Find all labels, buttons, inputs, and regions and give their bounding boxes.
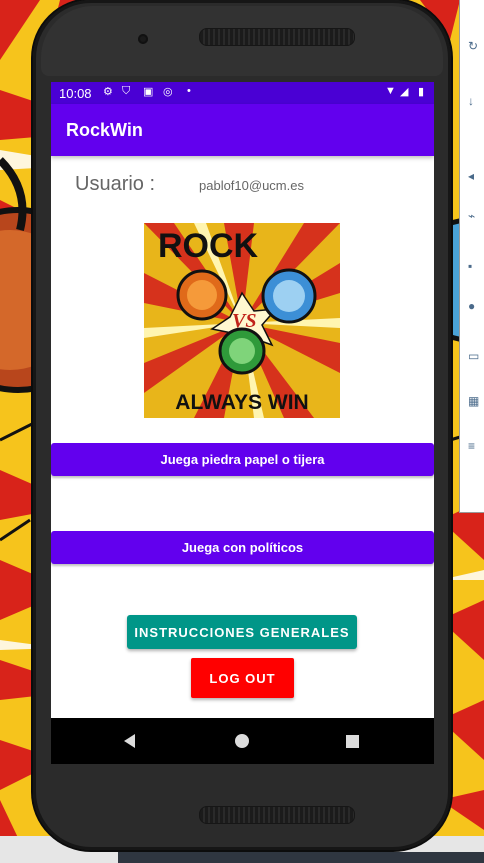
play-rps-button[interactable]: Juega piedra papel o tijera	[51, 443, 434, 476]
logo-rock-text: ROCK	[158, 227, 259, 265]
home-icon[interactable]	[231, 730, 253, 752]
list-icon: ≡	[468, 439, 476, 453]
refresh-icon: ↻	[468, 39, 479, 53]
logo-vs-text: VS	[232, 310, 256, 332]
settings-icon: ⚙	[103, 86, 113, 98]
status-time: 10:08	[59, 86, 92, 101]
panel-icon: ▭	[468, 349, 480, 363]
square-icon: ▪	[468, 259, 473, 273]
front-camera-icon	[138, 34, 148, 44]
signal-icon: ◢	[400, 86, 409, 98]
user-email: pablof10@ucm.es	[199, 178, 304, 193]
user-label: Usuario :	[75, 173, 156, 195]
app-bar: RockWin	[51, 104, 434, 156]
recents-icon[interactable]	[341, 730, 363, 752]
taskbar-dark-strip	[118, 852, 484, 863]
back-icon[interactable]	[119, 730, 141, 752]
pin-icon: ●	[468, 299, 476, 313]
arrow-icon: ↓	[468, 94, 474, 108]
navigation-bar	[51, 718, 434, 764]
earpiece-speaker	[199, 28, 355, 46]
back-icon: ◂	[468, 169, 475, 183]
side-ide-window: ↻ ↓ ◂ ⌁ ▪ ● ▭ ▦ ≡	[459, 0, 484, 513]
bottom-speaker	[199, 806, 355, 824]
grid-icon: ▦	[468, 394, 480, 408]
battery-icon: ▮	[418, 86, 425, 98]
logo-always-win-text: ALWAYS WIN	[175, 391, 308, 414]
play-politicians-button[interactable]: Juega con políticos	[51, 531, 434, 564]
phone-screen: 10:08 ⚙ ⛉ ▣ ◎ • ▼ ◢ ▮ RockWin Usuario : …	[51, 82, 434, 764]
shield-icon: ⛉	[122, 85, 131, 97]
brush-icon: ⌁	[468, 209, 476, 223]
app-title: RockWin	[66, 120, 143, 140]
dot-icon: •	[187, 85, 191, 97]
rockwin-logo-image: ROCK VS ALWAYS WIN	[144, 223, 340, 418]
a-icon: ▣	[143, 86, 154, 98]
instructions-button[interactable]: INSTRUCCIONES GENERALES	[127, 615, 357, 649]
wifi-icon: ▼	[385, 85, 396, 97]
status-bar: 10:08 ⚙ ⛉ ▣ ◎ • ▼ ◢ ▮	[51, 82, 434, 104]
logout-button[interactable]: LOG OUT	[191, 658, 294, 698]
sync-icon: ◎	[163, 86, 173, 98]
